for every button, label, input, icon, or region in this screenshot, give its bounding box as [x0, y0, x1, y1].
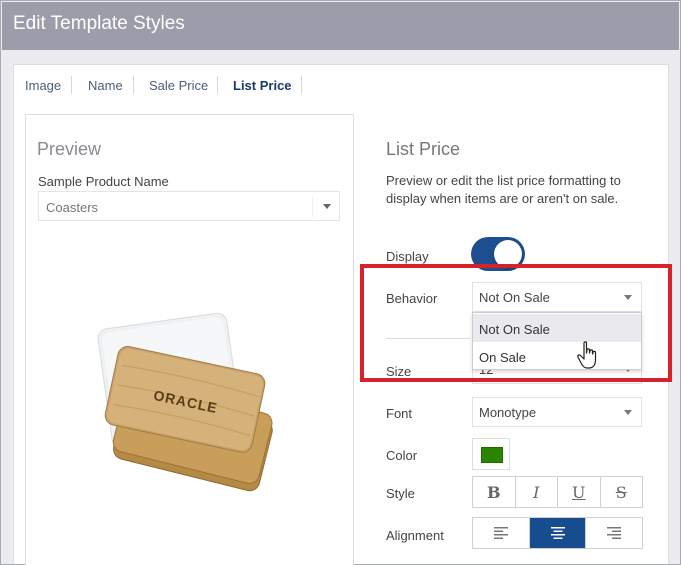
alignment-label: Alignment — [386, 528, 444, 543]
tab-divider — [217, 76, 218, 94]
highlight-box — [360, 264, 672, 382]
product-image: ORACLE — [97, 312, 273, 492]
align-right-button[interactable] — [586, 518, 642, 548]
align-left-icon — [493, 527, 508, 539]
display-label: Display — [386, 249, 429, 264]
select-divider — [312, 197, 313, 217]
font-value: Monotype — [479, 405, 537, 420]
tab-divider — [133, 76, 134, 94]
align-right-icon — [607, 527, 622, 539]
tab-divider — [301, 76, 302, 94]
sample-product-select[interactable]: Coasters — [38, 191, 340, 221]
color-swatch — [481, 447, 503, 463]
dialog-title: Edit Template Styles — [13, 13, 185, 34]
align-left-button[interactable] — [473, 518, 530, 548]
style-label: Style — [386, 486, 415, 501]
chevron-down-icon — [323, 204, 331, 209]
color-picker[interactable] — [472, 438, 510, 470]
style-button-group: B I U S — [472, 476, 643, 508]
tab-divider — [71, 76, 72, 94]
dialog-titlebar: Edit Template Styles — [2, 2, 679, 50]
align-center-icon — [550, 527, 565, 539]
color-label: Color — [386, 448, 418, 463]
chevron-down-icon — [624, 410, 632, 415]
italic-button[interactable]: I — [516, 477, 558, 507]
underline-button[interactable]: U — [558, 477, 601, 507]
font-label: Font — [386, 406, 413, 421]
tab-name[interactable]: Name — [88, 78, 123, 93]
tab-image[interactable]: Image — [25, 78, 61, 93]
tab-sale-price[interactable]: Sale Price — [149, 78, 208, 93]
list-price-description: Preview or edit the list price formattin… — [386, 173, 621, 206]
sample-product-label: Sample Product Name — [38, 174, 169, 189]
align-center-button[interactable] — [529, 518, 587, 548]
preview-heading: Preview — [37, 139, 102, 159]
alignment-button-group — [472, 517, 643, 549]
bold-button[interactable]: B — [473, 477, 516, 507]
hand-cursor-icon — [577, 341, 597, 369]
tab-list-price[interactable]: List Price — [233, 78, 292, 93]
strikethrough-button[interactable]: S — [601, 477, 643, 507]
list-price-heading: List Price — [386, 139, 461, 159]
font-select[interactable]: Monotype — [472, 397, 642, 427]
sample-product-value: Coasters — [46, 200, 99, 215]
